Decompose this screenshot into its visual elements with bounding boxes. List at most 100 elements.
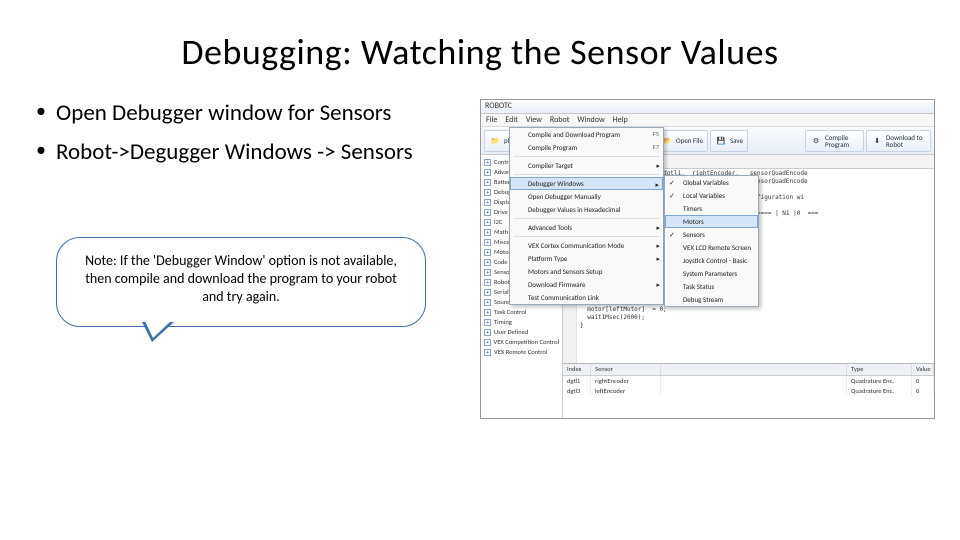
submenu-item[interactable]: ✓Sensors bbox=[665, 228, 758, 241]
col-type: Type bbox=[847, 364, 912, 375]
sidebar-item[interactable]: +Timing bbox=[481, 317, 562, 327]
menubar: File Edit View Robot Window Help bbox=[481, 114, 934, 127]
save-icon: 💾 bbox=[715, 135, 727, 147]
expand-icon: + bbox=[484, 239, 491, 246]
sidebar-item-label: I2C bbox=[494, 218, 502, 226]
menu-item[interactable]: Download Firmware▸ bbox=[510, 278, 663, 291]
gear-icon: ⚙ bbox=[810, 135, 822, 147]
menu-item[interactable]: Motors and Sensors Setup bbox=[510, 265, 663, 278]
sidebar-item-label: Math bbox=[494, 228, 508, 236]
menu-item[interactable]: Debugger Windows▸ bbox=[510, 177, 663, 190]
submenu-item[interactable]: Timers bbox=[665, 202, 758, 215]
screenshot-ide: ROBOTC File Edit View Robot Window Help … bbox=[480, 99, 935, 419]
menu-item[interactable]: Advanced Tools▸ bbox=[510, 221, 663, 234]
col-sensor: Sensor bbox=[591, 364, 661, 375]
check-icon: ✓ bbox=[669, 230, 675, 239]
sensor-panel: Index Sensor Type Value dgtl1rightEncode… bbox=[563, 363, 934, 418]
col-index: Index bbox=[563, 364, 591, 375]
sensor-header-row: Index Sensor Type Value bbox=[563, 364, 934, 376]
bullet-list: Open Debugger window for Sensors Robot->… bbox=[36, 99, 470, 167]
menu-item[interactable]: Compiler Target▸ bbox=[510, 159, 663, 172]
callout-tail bbox=[142, 324, 177, 344]
menu-file[interactable]: File bbox=[486, 115, 497, 125]
sidebar-item-label: VEX Competition Control bbox=[494, 338, 559, 346]
robot-menu-dropdown: Compile and Download ProgramF5Compile Pr… bbox=[509, 127, 664, 305]
check-icon: ✓ bbox=[669, 178, 675, 187]
submenu-item[interactable]: System Parameters bbox=[665, 267, 758, 280]
sidebar-item-label: Task Control bbox=[494, 308, 526, 316]
sidebar-item[interactable]: +User Defined bbox=[481, 327, 562, 337]
sidebar-item-label: VEX Remote Control bbox=[494, 348, 547, 356]
expand-icon: + bbox=[484, 289, 491, 296]
sidebar-item[interactable]: +VEX Remote Control bbox=[481, 347, 562, 357]
expand-icon: + bbox=[484, 269, 491, 276]
chevron-right-icon: ▸ bbox=[656, 280, 660, 289]
check-icon: ✓ bbox=[669, 191, 675, 200]
expand-icon: + bbox=[484, 259, 491, 266]
expand-icon: + bbox=[484, 319, 491, 326]
chevron-right-icon: ▸ bbox=[656, 161, 660, 170]
open-label: Open File bbox=[676, 136, 703, 145]
save-button[interactable]: 💾 Save bbox=[710, 130, 748, 152]
expand-icon: + bbox=[484, 339, 491, 346]
debugger-windows-submenu: ✓Global Variables✓Local VariablesTimersM… bbox=[664, 175, 759, 307]
expand-icon: + bbox=[484, 159, 491, 166]
note-callout: Note: If the 'Debugger Window' option is… bbox=[56, 237, 426, 328]
expand-icon: + bbox=[484, 329, 491, 336]
menu-edit[interactable]: Edit bbox=[505, 115, 518, 125]
expand-icon: + bbox=[484, 169, 491, 176]
sidebar-item-label: User Defined bbox=[494, 328, 528, 336]
download-label: Download to Robot bbox=[886, 134, 926, 148]
download-icon: ⬇ bbox=[871, 135, 883, 147]
submenu-item[interactable]: Task Status bbox=[665, 280, 758, 293]
menu-item[interactable]: Compile and Download ProgramF5 bbox=[510, 128, 663, 141]
expand-icon: + bbox=[484, 229, 491, 236]
slide-title: Debugging: Watching the Sensor Values bbox=[30, 30, 930, 74]
expand-icon: + bbox=[484, 199, 491, 206]
menu-item[interactable]: Open Debugger Manually bbox=[510, 190, 663, 203]
expand-icon: + bbox=[484, 279, 491, 286]
chevron-right-icon: ▸ bbox=[656, 241, 660, 250]
submenu-item[interactable]: Debug Stream bbox=[665, 293, 758, 306]
expand-icon: + bbox=[484, 299, 491, 306]
menu-item[interactable]: Debugger Values in Hexadecimal bbox=[510, 203, 663, 216]
menu-window[interactable]: Window bbox=[577, 115, 604, 125]
col-blank bbox=[661, 364, 847, 375]
menu-help[interactable]: Help bbox=[613, 115, 628, 125]
compile-button[interactable]: ⚙ Compile Program bbox=[805, 130, 864, 152]
compile-label: Compile Program bbox=[825, 134, 859, 148]
expand-icon: + bbox=[484, 249, 491, 256]
chevron-right-icon: ▸ bbox=[656, 254, 660, 263]
menu-item[interactable]: Platform Type▸ bbox=[510, 252, 663, 265]
bullet-item: Open Debugger window for Sensors bbox=[36, 99, 470, 128]
expand-icon: + bbox=[484, 309, 491, 316]
expand-icon: + bbox=[484, 179, 491, 186]
sidebar-item[interactable]: +Task Control bbox=[481, 307, 562, 317]
download-button[interactable]: ⬇ Download to Robot bbox=[866, 130, 931, 152]
body-text-column: Open Debugger window for Sensors Robot->… bbox=[30, 99, 470, 419]
chevron-right-icon: ▸ bbox=[655, 180, 659, 189]
note-text: Note: If the 'Debugger Window' option is… bbox=[85, 252, 397, 305]
expand-icon: + bbox=[484, 189, 491, 196]
submenu-item[interactable]: VEX LCD Remote Screen bbox=[665, 241, 758, 254]
menu-view[interactable]: View bbox=[526, 115, 542, 125]
menu-item[interactable]: Test Communication Link bbox=[510, 291, 663, 304]
submenu-item[interactable]: Motors bbox=[665, 215, 758, 228]
menu-item[interactable]: Compile ProgramF7 bbox=[510, 141, 663, 154]
sensor-row: dgtl1rightEncoderQuadrature Enc.0 bbox=[563, 376, 934, 386]
submenu-item[interactable]: ✓Local Variables bbox=[665, 189, 758, 202]
sensor-row: dgtl3leftEncoderQuadrature Enc.0 bbox=[563, 386, 934, 396]
chevron-right-icon: ▸ bbox=[656, 223, 660, 232]
menu-robot[interactable]: Robot bbox=[550, 115, 570, 125]
sidebar-item[interactable]: +VEX Competition Control bbox=[481, 337, 562, 347]
submenu-item[interactable]: ✓Global Variables bbox=[665, 176, 758, 189]
submenu-item[interactable]: Joystick Control - Basic bbox=[665, 254, 758, 267]
menu-item[interactable]: VEX Cortex Communication Mode▸ bbox=[510, 239, 663, 252]
col-value: Value bbox=[912, 364, 934, 375]
folder-icon: 📁 bbox=[489, 135, 501, 147]
expand-icon: + bbox=[484, 349, 491, 356]
expand-icon: + bbox=[484, 209, 491, 216]
save-label: Save bbox=[730, 136, 743, 145]
expand-icon: + bbox=[484, 219, 491, 226]
window-titlebar: ROBOTC bbox=[481, 100, 934, 114]
